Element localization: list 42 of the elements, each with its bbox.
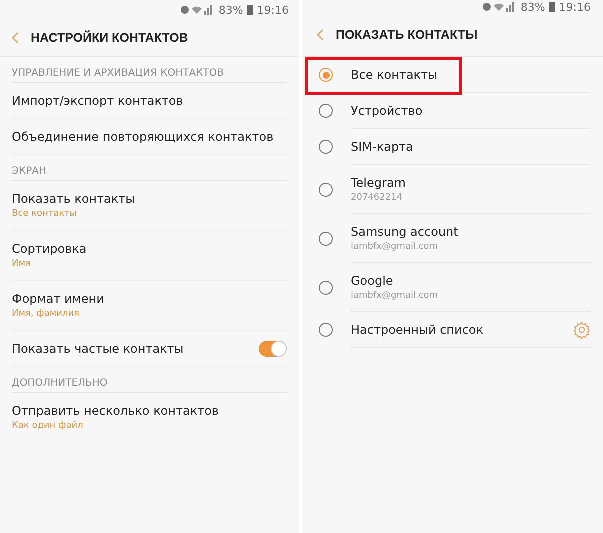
radio-button[interactable] <box>319 323 333 337</box>
settings-item[interactable]: Импорт/экспорт контактов <box>12 94 287 108</box>
section-header: УПРАВЛЕНИЕ И АРХИВАЦИЯ КОНТАКТОВ <box>12 57 287 83</box>
option-label[interactable]: Google <box>351 274 438 288</box>
settings-item[interactable]: Показать частые контакты <box>12 342 184 356</box>
radio-button[interactable] <box>319 140 333 154</box>
setting-value: Как один файл <box>12 421 84 431</box>
radio-button[interactable] <box>319 104 333 118</box>
radio-button[interactable] <box>319 232 333 246</box>
setting-value: Имя <box>12 259 32 269</box>
setting-value: Имя, фамилия <box>12 309 81 319</box>
radio-button[interactable] <box>319 182 333 196</box>
radio-button[interactable] <box>319 68 333 82</box>
option-label[interactable]: Telegram <box>351 176 406 190</box>
option-label[interactable]: Все контакты <box>351 68 438 82</box>
option-label[interactable]: Настроенный список <box>351 322 484 336</box>
option-label[interactable]: Samsung account <box>351 224 458 238</box>
account-detail: iambfx@gmail.com <box>351 242 440 252</box>
clock: 19:16 <box>559 0 591 14</box>
settings-item[interactable]: Отправить несколько контактов <box>12 404 287 418</box>
radio-button[interactable] <box>319 280 333 294</box>
battery-level: 83% <box>520 0 546 14</box>
battery-icon <box>549 2 556 12</box>
option-label[interactable]: Устройство <box>351 104 423 118</box>
screen-title: НАСТРОЙКИ КОНТАКТОВ <box>31 31 188 45</box>
section-header: ДОПОЛНИТЕЛЬНО <box>12 367 287 393</box>
settings-item[interactable]: Объединение повторяющихся контактов <box>12 130 287 144</box>
toggle-switch[interactable] <box>259 340 287 356</box>
setting-value: Все контакты <box>12 209 78 219</box>
settings-item[interactable]: Сортировка <box>12 242 287 256</box>
settings-item[interactable]: Формат имени <box>12 292 287 306</box>
section-header: ЭКРАН <box>12 155 287 181</box>
settings-item[interactable]: Показать контакты <box>12 192 287 206</box>
option-label[interactable]: SIM-карта <box>351 140 414 154</box>
battery-level: 83% <box>218 4 244 16</box>
status-icons <box>482 2 517 12</box>
battery-icon <box>247 5 254 15</box>
status-icons <box>180 5 215 15</box>
screen-title: ПОКАЗАТЬ КОНТАКТЫ <box>336 28 478 42</box>
account-detail: iambfx@gmail.com <box>351 290 438 300</box>
account-detail: 207462214 <box>351 192 404 202</box>
clock: 19:16 <box>257 4 289 16</box>
